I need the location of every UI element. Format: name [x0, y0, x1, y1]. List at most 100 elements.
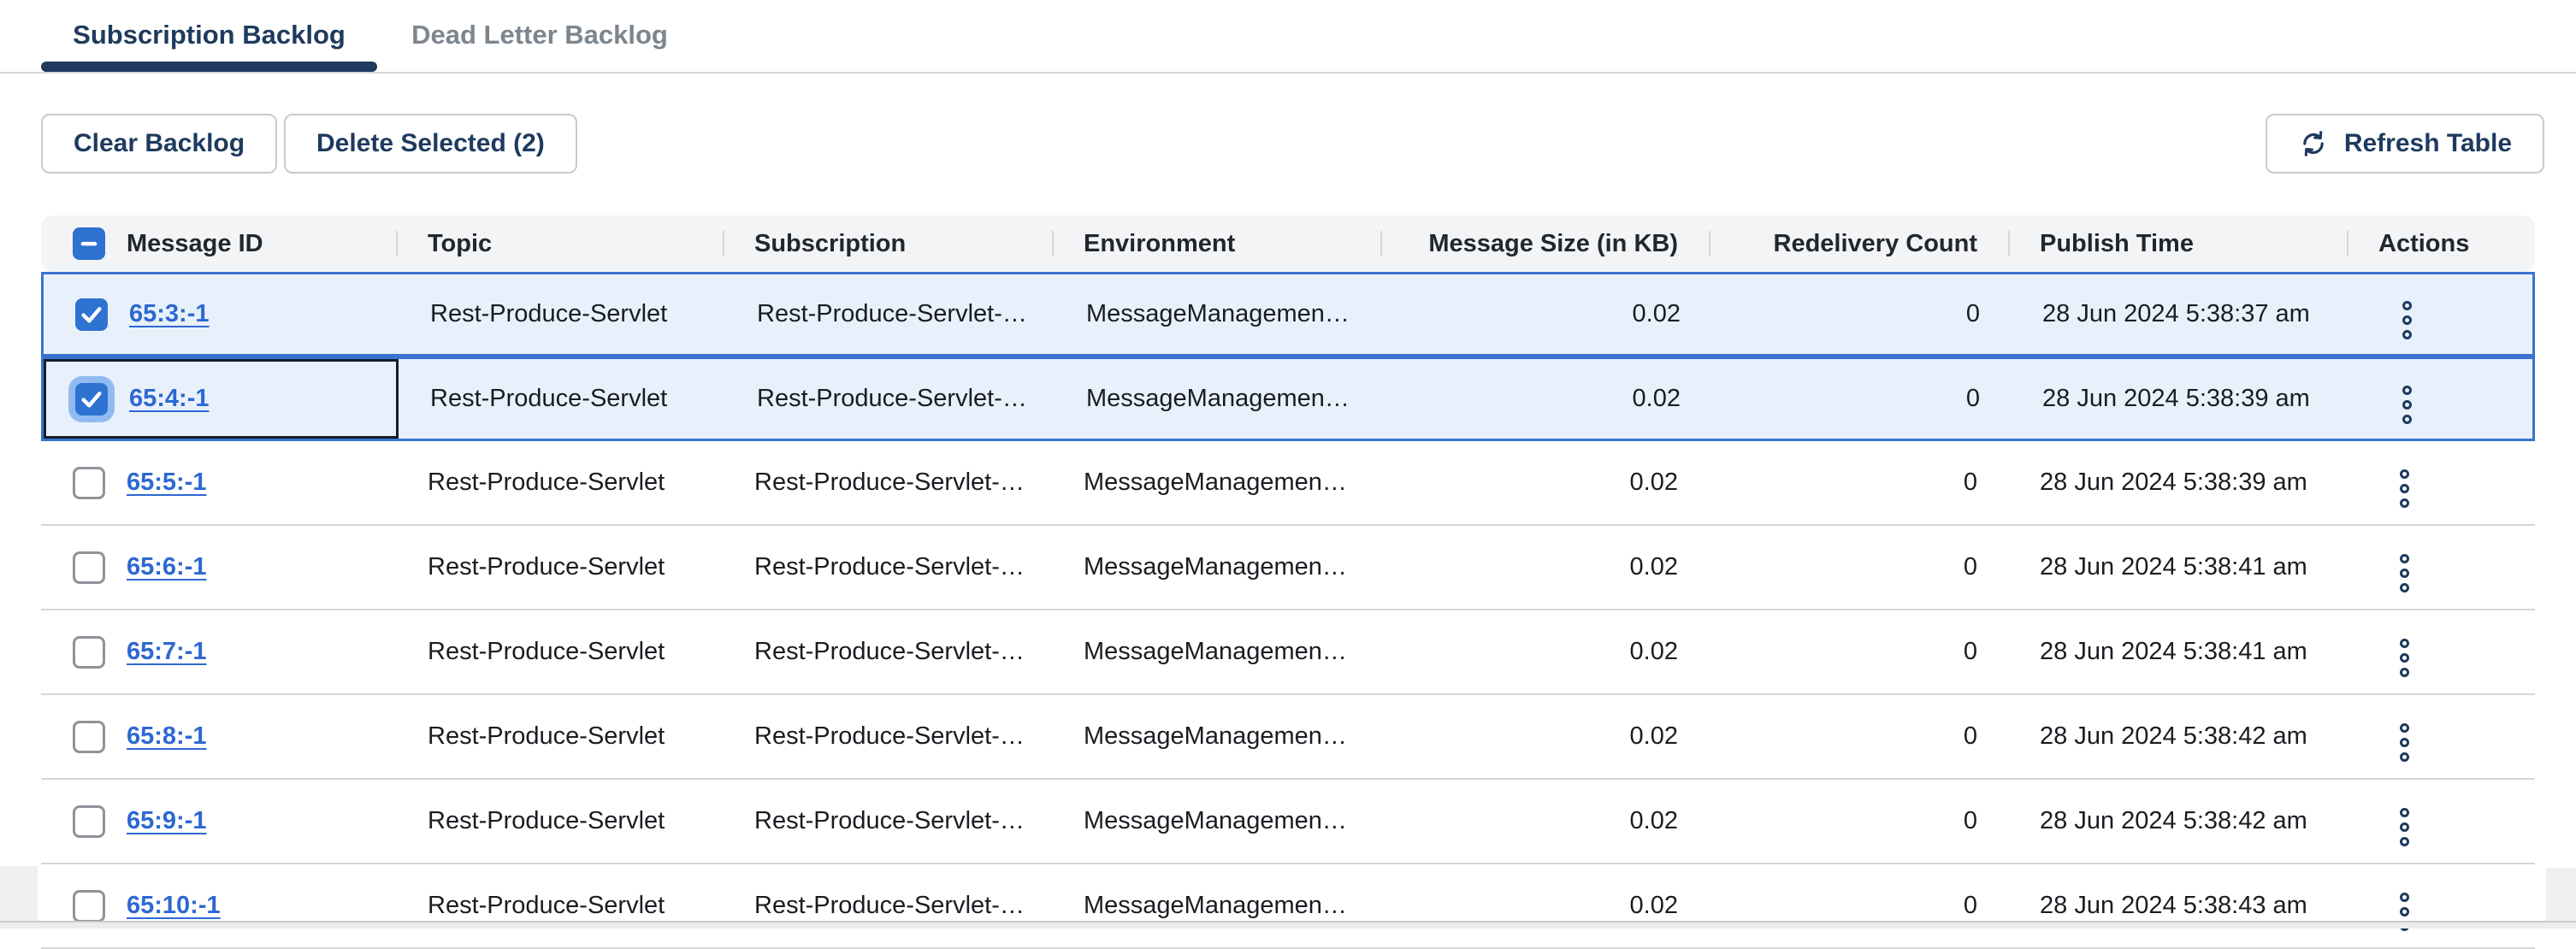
message-size-cell: 0.02 [1380, 469, 1709, 497]
message-id-cell: 65:8:-1 [41, 695, 396, 778]
delete-selected-button[interactable]: Delete Selected (2) [284, 114, 577, 174]
tab-bar: Subscription Backlog Dead Letter Backlog [0, 0, 2576, 74]
topic-cell: Rest-Produce-Servlet [396, 807, 723, 835]
environment-cell: MessageManagemen… [1052, 638, 1380, 666]
row-actions-menu-icon[interactable] [2347, 723, 2409, 762]
message-id-link[interactable]: 65:8:-1 [127, 722, 207, 751]
row-actions-menu-icon[interactable] [2349, 301, 2412, 339]
message-size-cell: 0.02 [1380, 553, 1709, 581]
topic-cell: Rest-Produce-Servlet [396, 892, 723, 920]
clear-backlog-label: Clear Backlog [74, 129, 245, 158]
clear-backlog-button[interactable]: Clear Backlog [41, 114, 277, 174]
table-row[interactable]: 65:9:-1 Rest-Produce-Servlet Rest-Produc… [41, 780, 2535, 864]
environment-cell: MessageManagemen… [1052, 722, 1380, 751]
tab-subscription-backlog[interactable]: Subscription Backlog [41, 0, 377, 70]
topic-cell: Rest-Produce-Servlet [396, 553, 723, 581]
message-size-cell: 0.02 [1380, 722, 1709, 751]
header-actions: Actions [2347, 215, 2535, 272]
subscription-cell: Rest-Produce-Servlet-… [725, 300, 1055, 328]
publish-time-cell: 28 Jun 2024 5:38:39 am [2011, 385, 2349, 413]
row-checkbox[interactable] [73, 636, 105, 669]
bottom-right-page-edge [2546, 868, 2576, 921]
subscription-cell: Rest-Produce-Servlet-… [723, 892, 1052, 920]
topic-cell: Rest-Produce-Servlet [399, 300, 725, 328]
row-actions-menu-icon[interactable] [2347, 808, 2409, 846]
message-id-link[interactable]: 65:9:-1 [127, 807, 207, 835]
topic-cell: Rest-Produce-Servlet [399, 385, 725, 413]
header-message-size: Message Size (in KB) [1380, 215, 1709, 272]
row-actions-menu-icon[interactable] [2347, 469, 2409, 508]
actions-cell [2347, 796, 2535, 846]
redelivery-count-cell: 0 [1709, 722, 2008, 751]
message-id-link[interactable]: 65:10:-1 [127, 892, 221, 920]
table-header-row: Message ID Topic Subscription Environmen… [41, 215, 2535, 272]
table-row[interactable]: 65:4:-1 Rest-Produce-Servlet Rest-Produc… [41, 357, 2535, 441]
row-checkbox[interactable] [73, 551, 105, 584]
redelivery-count-cell: 0 [1711, 300, 2011, 328]
row-checkbox[interactable] [75, 298, 108, 331]
bottom-cutoff-strip [0, 921, 2576, 928]
subscription-cell: Rest-Produce-Servlet-… [723, 722, 1052, 751]
row-actions-menu-icon[interactable] [2347, 554, 2409, 592]
redelivery-count-cell: 0 [1709, 469, 2008, 497]
message-id-link[interactable]: 65:5:-1 [127, 469, 207, 497]
message-id-link[interactable]: 65:7:-1 [127, 638, 207, 666]
table-row[interactable]: 65:5:-1 Rest-Produce-Servlet Rest-Produc… [41, 441, 2535, 526]
header-subscription: Subscription [723, 215, 1052, 272]
publish-time-cell: 28 Jun 2024 5:38:41 am [2008, 638, 2347, 666]
topic-cell: Rest-Produce-Servlet [396, 722, 723, 751]
header-environment: Environment [1052, 215, 1380, 272]
message-id-cell: 65:10:-1 [41, 864, 396, 947]
row-checkbox[interactable] [73, 467, 105, 499]
actions-cell [2347, 711, 2535, 762]
message-id-cell: 65:5:-1 [41, 441, 396, 524]
row-checkbox[interactable] [73, 805, 105, 838]
publish-time-cell: 28 Jun 2024 5:38:37 am [2011, 300, 2349, 328]
row-checkbox[interactable] [73, 890, 105, 922]
message-id-cell: 65:6:-1 [41, 526, 396, 609]
publish-time-cell: 28 Jun 2024 5:38:39 am [2008, 469, 2347, 497]
environment-cell: MessageManagemen… [1052, 553, 1380, 581]
table-row[interactable]: 65:8:-1 Rest-Produce-Servlet Rest-Produc… [41, 695, 2535, 780]
subscription-backlog-page: Subscription Backlog Dead Letter Backlog… [0, 0, 2576, 927]
subscription-cell: Rest-Produce-Servlet-… [723, 469, 1052, 497]
message-size-cell: 0.02 [1380, 892, 1709, 920]
subscription-cell: Rest-Produce-Servlet-… [725, 385, 1055, 413]
publish-time-cell: 28 Jun 2024 5:38:41 am [2008, 553, 2347, 581]
table-row[interactable]: 65:6:-1 Rest-Produce-Servlet Rest-Produc… [41, 526, 2535, 610]
refresh-icon [2298, 128, 2329, 159]
environment-cell: MessageManagemen… [1055, 300, 1383, 328]
message-size-cell: 0.02 [1383, 300, 1711, 328]
message-size-cell: 0.02 [1380, 807, 1709, 835]
header-message-id: Message ID [41, 215, 396, 272]
actions-cell [2349, 374, 2538, 424]
row-checkbox[interactable] [75, 383, 108, 416]
topic-cell: Rest-Produce-Servlet [396, 469, 723, 497]
tab-dead-letter-backlog[interactable]: Dead Letter Backlog [386, 0, 694, 70]
header-redelivery-count: Redelivery Count [1709, 215, 2008, 272]
table-row[interactable]: 65:3:-1 Rest-Produce-Servlet Rest-Produc… [41, 272, 2535, 357]
row-actions-menu-icon[interactable] [2347, 639, 2409, 677]
message-id-link[interactable]: 65:4:-1 [129, 385, 210, 413]
publish-time-cell: 28 Jun 2024 5:38:42 am [2008, 722, 2347, 751]
header-publish-time: Publish Time [2008, 215, 2347, 272]
header-topic: Topic [396, 215, 723, 272]
actions-cell [2347, 627, 2535, 677]
message-id-link[interactable]: 65:6:-1 [127, 553, 207, 581]
refresh-table-button[interactable]: Refresh Table [2266, 114, 2544, 174]
redelivery-count-cell: 0 [1709, 892, 2008, 920]
select-all-checkbox[interactable] [73, 227, 105, 260]
active-tab-indicator [41, 62, 377, 72]
backlog-table: Message ID Topic Subscription Environmen… [41, 215, 2535, 949]
row-actions-menu-icon[interactable] [2349, 386, 2412, 424]
table-row[interactable]: 65:10:-1 Rest-Produce-Servlet Rest-Produ… [41, 864, 2535, 949]
message-size-cell: 0.02 [1380, 638, 1709, 666]
header-message-id-label: Message ID [127, 230, 263, 258]
row-checkbox[interactable] [73, 721, 105, 753]
bottom-left-page-edge [0, 866, 38, 921]
actions-cell [2347, 542, 2535, 592]
publish-time-cell: 28 Jun 2024 5:38:43 am [2008, 892, 2347, 920]
message-id-cell: 65:9:-1 [41, 780, 396, 863]
message-id-link[interactable]: 65:3:-1 [129, 300, 210, 328]
table-row[interactable]: 65:7:-1 Rest-Produce-Servlet Rest-Produc… [41, 610, 2535, 695]
